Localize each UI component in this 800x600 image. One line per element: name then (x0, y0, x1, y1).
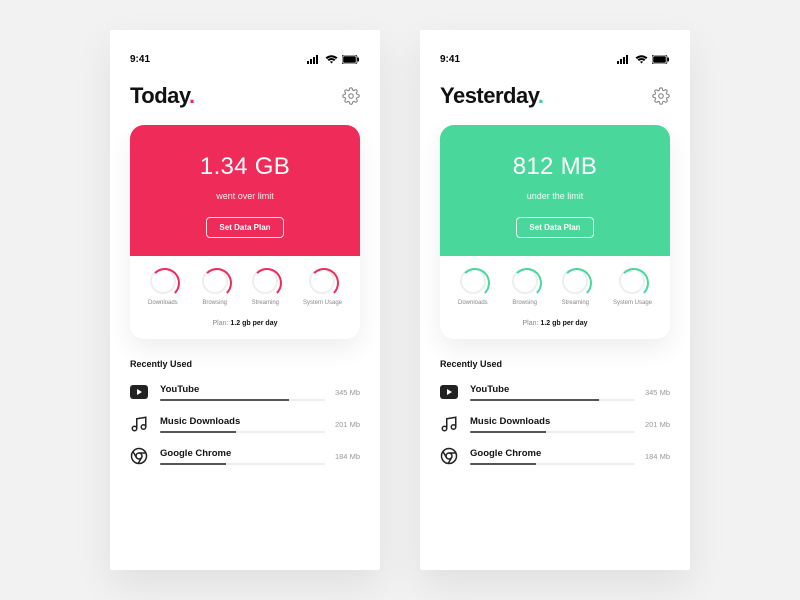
app-size: 184 Mb (645, 452, 670, 461)
app-size: 345 Mb (645, 388, 670, 397)
status-icons (617, 55, 670, 64)
chrome-icon (130, 447, 148, 465)
music-icon (440, 415, 458, 433)
usage-card-top: 812 MB under the limit Set Data Plan (440, 125, 670, 256)
set-data-plan-button[interactable]: Set Data Plan (516, 217, 593, 238)
recently-used-label: Recently Used (440, 359, 670, 369)
set-data-plan-button[interactable]: Set Data Plan (206, 217, 283, 238)
status-bar: 9:41 (440, 54, 670, 65)
music-icon (130, 415, 148, 433)
usage-bar (470, 399, 635, 401)
ring-icon (202, 268, 228, 294)
title-dot: . (538, 83, 544, 108)
settings-icon[interactable] (342, 87, 360, 105)
category-item[interactable]: System Usage (303, 268, 342, 306)
page-title: Yesterday. (440, 83, 543, 109)
category-item[interactable]: Downloads (458, 268, 488, 306)
status-time: 9:41 (130, 54, 150, 65)
app-row[interactable]: YouTube 345 Mb (130, 383, 360, 401)
status-time: 9:41 (440, 54, 460, 65)
app-row[interactable]: Google Chrome 184 Mb (440, 447, 670, 465)
plan-info: Plan: 1.2 gb per day (130, 314, 360, 339)
category-item[interactable]: Streaming (562, 268, 589, 306)
app-row[interactable]: YouTube 345 Mb (440, 383, 670, 401)
youtube-icon (130, 383, 148, 401)
status-icons (307, 55, 360, 64)
app-row[interactable]: Music Downloads 201 Mb (440, 415, 670, 433)
title-dot: . (189, 83, 195, 108)
usage-card: 812 MB under the limit Set Data Plan Dow… (440, 125, 670, 339)
chrome-icon (440, 447, 458, 465)
category-item[interactable]: Downloads (148, 268, 178, 306)
app-row[interactable]: Google Chrome 184 Mb (130, 447, 360, 465)
ring-icon (562, 268, 588, 294)
plan-info: Plan: 1.2 gb per day (440, 314, 670, 339)
category-breakdown: Downloads Browsing Streaming System Usag… (440, 256, 670, 314)
ring-icon (619, 268, 645, 294)
usage-bar (470, 431, 635, 433)
category-item[interactable]: System Usage (613, 268, 652, 306)
app-size: 345 Mb (335, 388, 360, 397)
phone-screen-yesterday: 9:41 Yesterday. 812 MB under the limit S… (420, 30, 690, 570)
battery-icon (342, 55, 360, 64)
category-item[interactable]: Streaming (252, 268, 279, 306)
page-title: Today. (130, 83, 195, 109)
app-row[interactable]: Music Downloads 201 Mb (130, 415, 360, 433)
usage-amount: 812 MB (456, 153, 654, 181)
app-size: 201 Mb (645, 420, 670, 429)
category-item[interactable]: Browsing (512, 268, 538, 306)
ring-icon (309, 268, 335, 294)
app-size: 184 Mb (335, 452, 360, 461)
usage-card: 1.34 GB went over limit Set Data Plan Do… (130, 125, 360, 339)
wifi-icon (325, 55, 338, 64)
usage-amount: 1.34 GB (146, 153, 344, 181)
signal-icon (307, 55, 321, 64)
app-name: Music Downloads (470, 416, 635, 427)
app-size: 201 Mb (335, 420, 360, 429)
wifi-icon (635, 55, 648, 64)
phone-screen-today: 9:41 Today. 1.34 GB went over limit Set … (110, 30, 380, 570)
header: Yesterday. (440, 83, 670, 109)
battery-icon (652, 55, 670, 64)
signal-icon (617, 55, 631, 64)
category-breakdown: Downloads Browsing Streaming System Usag… (130, 256, 360, 314)
app-name: YouTube (160, 384, 325, 395)
ring-icon (512, 268, 538, 294)
app-name: Google Chrome (470, 448, 635, 459)
settings-icon[interactable] (652, 87, 670, 105)
usage-card-top: 1.34 GB went over limit Set Data Plan (130, 125, 360, 256)
usage-bar (160, 399, 325, 401)
ring-icon (150, 268, 176, 294)
app-name: YouTube (470, 384, 635, 395)
app-name: Google Chrome (160, 448, 325, 459)
category-item[interactable]: Browsing (202, 268, 228, 306)
usage-bar (470, 463, 635, 465)
youtube-icon (440, 383, 458, 401)
usage-status: under the limit (456, 191, 654, 201)
app-name: Music Downloads (160, 416, 325, 427)
ring-icon (252, 268, 278, 294)
header: Today. (130, 83, 360, 109)
ring-icon (460, 268, 486, 294)
status-bar: 9:41 (130, 54, 360, 65)
usage-bar (160, 431, 325, 433)
recently-used-label: Recently Used (130, 359, 360, 369)
usage-status: went over limit (146, 191, 344, 201)
usage-bar (160, 463, 325, 465)
